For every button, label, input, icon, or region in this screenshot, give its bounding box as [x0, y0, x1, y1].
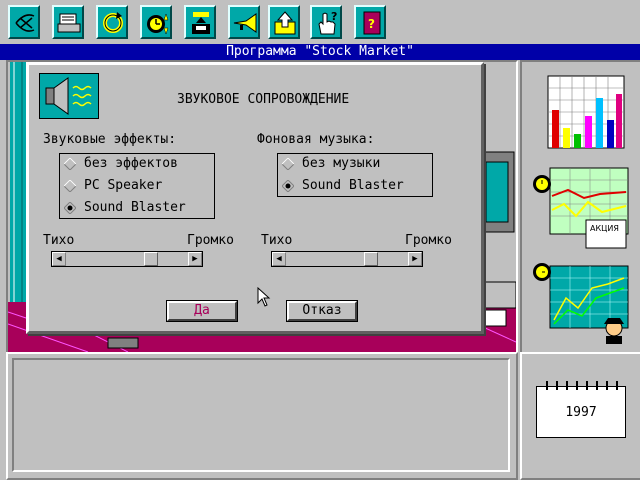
music-volume-slider[interactable]: ◀ ▶ — [271, 251, 423, 267]
tool-export[interactable] — [268, 5, 300, 39]
toolbar: ? ? — [0, 0, 640, 44]
calendar[interactable]: 1997 — [536, 381, 626, 438]
message-area — [12, 358, 510, 472]
speaker-icon — [45, 77, 92, 115]
dollar-logo-icon — [15, 14, 35, 32]
tool-logo[interactable] — [8, 5, 40, 39]
trend-chart-card[interactable] — [530, 258, 632, 344]
music-radio-group: без музыки Sound Blaster — [277, 153, 433, 197]
slider-right-arrow-icon[interactable]: ▶ — [188, 252, 202, 266]
stock-line-chart-icon — [533, 167, 629, 249]
music-option-sound-blaster[interactable]: Sound Blaster — [282, 176, 404, 196]
trend-line-chart-icon — [533, 263, 629, 344]
effects-option-none[interactable]: без эффектов — [64, 154, 178, 174]
slider-right-arrow-icon[interactable]: ▶ — [408, 252, 422, 266]
slider-left-arrow-icon[interactable]: ◀ — [272, 252, 286, 266]
printer-icon — [57, 13, 81, 33]
music-volume-min: Тихо — [261, 233, 293, 248]
dialog-title: ЗВУКОВОЕ СОПРОВОЖДЕНИЕ — [177, 92, 350, 107]
effects-volume-max: Громко — [187, 233, 234, 248]
radio-unchecked-icon — [64, 179, 76, 192]
radio-unchecked-icon — [282, 157, 294, 170]
slider-left-arrow-icon[interactable]: ◀ — [52, 252, 66, 266]
right-panel: АКЦИЯ — [520, 60, 640, 354]
export-icon — [274, 11, 296, 35]
stock-chart-card[interactable]: АКЦИЯ — [530, 166, 632, 252]
tool-print[interactable] — [52, 5, 84, 39]
tool-refresh[interactable] — [96, 5, 128, 39]
bar-chart-card[interactable] — [530, 70, 632, 150]
effects-volume-min: Тихо — [43, 233, 75, 248]
effects-radio-group: без эффектов PC Speaker Sound Blaster — [59, 153, 215, 219]
effects-option-sound-blaster[interactable]: Sound Blaster — [64, 198, 186, 218]
tool-sound[interactable] — [228, 5, 260, 39]
effects-option-label: PC Speaker — [84, 178, 163, 193]
sound-settings-dialog: ЗВУКОВОЕ СОПРОВОЖДЕНИЕ Звуковые эффекты:… — [26, 62, 484, 334]
radio-checked-icon — [282, 179, 294, 192]
calendar-year: 1997 — [565, 405, 597, 420]
window-title: Программа "Stock Market" — [0, 44, 640, 60]
music-volume-max: Громко — [405, 233, 452, 248]
calendar-panel: 1997 — [520, 352, 640, 480]
slider-thumb[interactable] — [143, 252, 158, 266]
svg-text:?: ? — [368, 17, 375, 31]
refresh-icon — [103, 12, 123, 33]
speaker-tile — [39, 73, 99, 119]
effects-option-pc-speaker[interactable]: PC Speaker — [64, 176, 162, 196]
message-panel — [6, 352, 518, 480]
bar-chart-icon — [547, 75, 625, 149]
music-label: Фоновая музыка: — [257, 132, 375, 147]
tool-help[interactable]: ? — [310, 5, 342, 39]
stock-badge: АКЦИЯ — [590, 224, 619, 233]
music-option-none[interactable]: без музыки — [282, 154, 380, 174]
tool-save[interactable] — [184, 5, 216, 39]
tool-clock[interactable] — [140, 5, 172, 39]
slider-thumb[interactable] — [363, 252, 378, 266]
effects-volume-slider[interactable]: ◀ ▶ — [51, 251, 203, 267]
radio-checked-icon — [64, 201, 76, 214]
radio-unchecked-icon — [64, 157, 76, 170]
effects-option-label: без эффектов — [84, 156, 178, 171]
trumpet-icon — [233, 13, 257, 33]
help-hand-icon: ? — [318, 10, 337, 35]
cancel-button[interactable]: Отказ — [286, 300, 358, 322]
effects-option-label: Sound Blaster — [84, 200, 186, 215]
effects-label: Звуковые эффекты: — [43, 132, 177, 147]
music-option-label: Sound Blaster — [302, 178, 404, 193]
music-option-label: без музыки — [302, 156, 381, 171]
ok-button[interactable]: Да — [166, 300, 238, 322]
book-icon: ? — [363, 11, 381, 35]
calendar-rings-icon — [546, 381, 618, 390]
svg-text:?: ? — [331, 10, 337, 23]
save-disk-icon — [192, 12, 210, 34]
tool-book[interactable]: ? — [354, 5, 386, 39]
clock-icon — [147, 13, 169, 35]
mouse-cursor-icon — [257, 287, 271, 307]
